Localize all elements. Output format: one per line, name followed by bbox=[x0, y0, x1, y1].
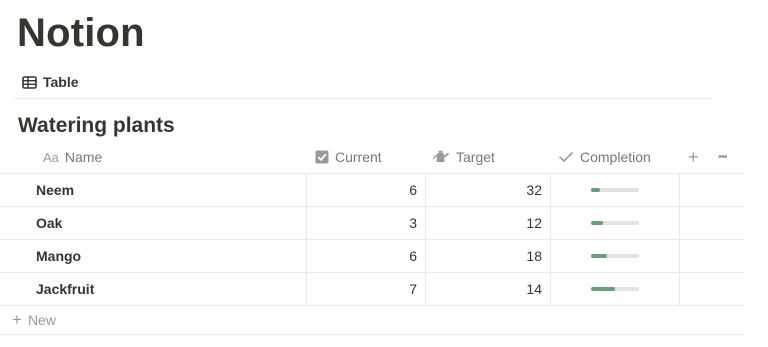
table-body: Neem 6 32 Oak 3 12 Mango 6 18 Jackfruit … bbox=[0, 174, 744, 306]
table-row[interactable]: Mango 6 18 bbox=[0, 240, 744, 273]
new-row-label: New bbox=[27, 312, 56, 328]
more-icon: ••• bbox=[718, 151, 728, 163]
row-name[interactable]: Mango bbox=[0, 240, 306, 272]
progress-bar bbox=[591, 221, 639, 225]
progress-bar bbox=[591, 254, 639, 258]
row-target[interactable]: 32 bbox=[425, 174, 550, 206]
progress-fill bbox=[591, 287, 615, 291]
row-current[interactable]: 3 bbox=[306, 207, 425, 239]
table-row[interactable]: Oak 3 12 bbox=[0, 207, 744, 240]
new-row-button[interactable]: + New bbox=[12, 307, 56, 333]
row-empty-cell bbox=[679, 273, 744, 305]
row-target[interactable]: 12 bbox=[425, 207, 550, 239]
row-completion bbox=[550, 174, 679, 206]
progress-bar bbox=[591, 188, 639, 192]
row-name[interactable]: Neem bbox=[0, 174, 306, 206]
row-name[interactable]: Jackfruit bbox=[0, 273, 306, 305]
column-header-completion[interactable]: Completion bbox=[558, 141, 651, 173]
view-tab-label: Table bbox=[43, 74, 79, 90]
progress-fill bbox=[591, 188, 600, 192]
table-icon bbox=[22, 75, 37, 89]
row-target[interactable]: 14 bbox=[425, 273, 550, 305]
column-header-label: Target bbox=[456, 149, 495, 165]
more-options-button[interactable]: ••• bbox=[718, 141, 728, 173]
progress-bar bbox=[591, 287, 639, 291]
text-property-icon: Aa bbox=[43, 149, 59, 165]
row-current[interactable]: 6 bbox=[306, 174, 425, 206]
checkbox-icon bbox=[315, 150, 329, 164]
table-row[interactable]: Neem 6 32 bbox=[0, 174, 744, 207]
row-current[interactable]: 7 bbox=[306, 273, 425, 305]
view-divider bbox=[14, 98, 711, 99]
row-target[interactable]: 18 bbox=[425, 240, 550, 272]
table-bottom-divider bbox=[0, 334, 744, 335]
row-empty-cell bbox=[679, 174, 744, 206]
add-column-button[interactable]: + bbox=[688, 141, 699, 173]
plus-icon: + bbox=[12, 310, 22, 329]
row-current[interactable]: 6 bbox=[306, 240, 425, 272]
row-name[interactable]: Oak bbox=[0, 207, 306, 239]
column-header-name[interactable]: Aa Name bbox=[43, 141, 102, 173]
table-row[interactable]: Jackfruit 7 14 bbox=[0, 273, 744, 306]
row-completion bbox=[550, 207, 679, 239]
page-title: Notion bbox=[17, 11, 145, 55]
progress-fill bbox=[591, 254, 607, 258]
database-title[interactable]: Watering plants bbox=[18, 113, 175, 139]
row-completion bbox=[550, 273, 679, 305]
row-completion bbox=[550, 240, 679, 272]
plus-icon: + bbox=[688, 146, 699, 167]
watering-can-icon bbox=[432, 150, 450, 164]
progress-fill bbox=[591, 221, 603, 225]
view-tab-table[interactable]: Table bbox=[22, 71, 79, 93]
column-header-target[interactable]: Target bbox=[432, 141, 495, 173]
column-header-label: Completion bbox=[580, 149, 651, 165]
table-header: Aa Name Current Target Completion + ••• bbox=[0, 141, 744, 174]
column-header-label: Current bbox=[335, 149, 382, 165]
check-icon bbox=[558, 151, 574, 163]
column-header-label: Name bbox=[64, 149, 103, 165]
row-empty-cell bbox=[679, 240, 744, 272]
column-header-current[interactable]: Current bbox=[315, 141, 382, 173]
row-empty-cell bbox=[679, 207, 744, 239]
